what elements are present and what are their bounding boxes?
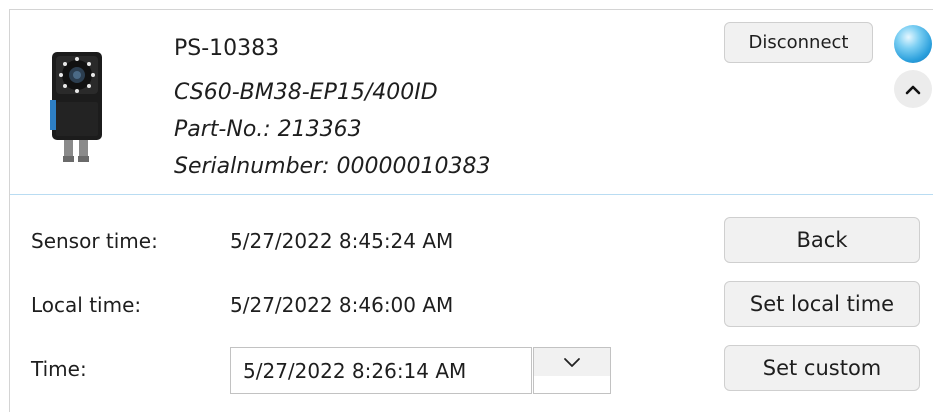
- set-local-time-button[interactable]: Set local time: [724, 281, 920, 327]
- time-dropdown-button[interactable]: [533, 347, 611, 394]
- back-button[interactable]: Back: [724, 217, 920, 263]
- local-time-value: 5/27/2022 8:46:00 AM: [230, 293, 454, 317]
- section-divider: [10, 194, 933, 195]
- local-time-label: Local time:: [31, 293, 142, 317]
- sensor-time-value: 5/27/2022 8:45:24 AM: [230, 229, 454, 253]
- disconnect-button[interactable]: Disconnect: [724, 22, 873, 63]
- collapse-button[interactable]: [894, 70, 932, 108]
- set-custom-button[interactable]: Set custom: [724, 345, 920, 391]
- chevron-up-icon: [905, 85, 921, 94]
- custom-time-label: Time:: [31, 357, 87, 381]
- device-image: [50, 52, 102, 162]
- device-model: CS60-BM38-EP15/400ID: [174, 80, 438, 105]
- device-part-number: Part-No.: 213363: [174, 117, 362, 142]
- connection-status-indicator: [894, 25, 932, 63]
- device-serial-number: Serialnumber: 00000010383: [174, 154, 491, 179]
- chevron-down-icon: [564, 357, 580, 367]
- custom-time-input[interactable]: [230, 347, 532, 394]
- sensor-time-label: Sensor time:: [31, 229, 158, 253]
- device-name: PS-10383: [174, 36, 280, 61]
